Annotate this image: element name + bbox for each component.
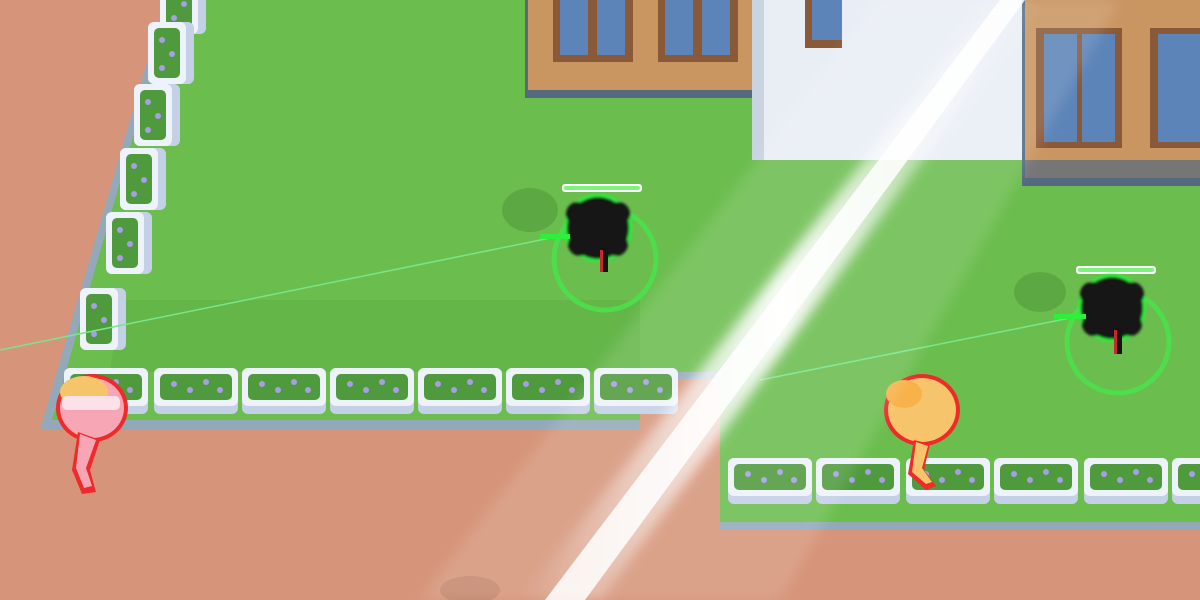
building-left	[525, 0, 765, 98]
health-bar-fill	[564, 186, 640, 190]
game-view[interactable]	[0, 0, 1200, 600]
player-shadow	[502, 188, 558, 232]
game-scene[interactable]	[0, 0, 1200, 600]
player-shadow	[1014, 272, 1066, 312]
player-gun	[540, 234, 570, 239]
health-bar-fill	[1078, 268, 1154, 272]
player-leg-accent	[1114, 330, 1117, 354]
player-leg-accent	[600, 250, 603, 272]
player-gun	[1054, 314, 1086, 319]
